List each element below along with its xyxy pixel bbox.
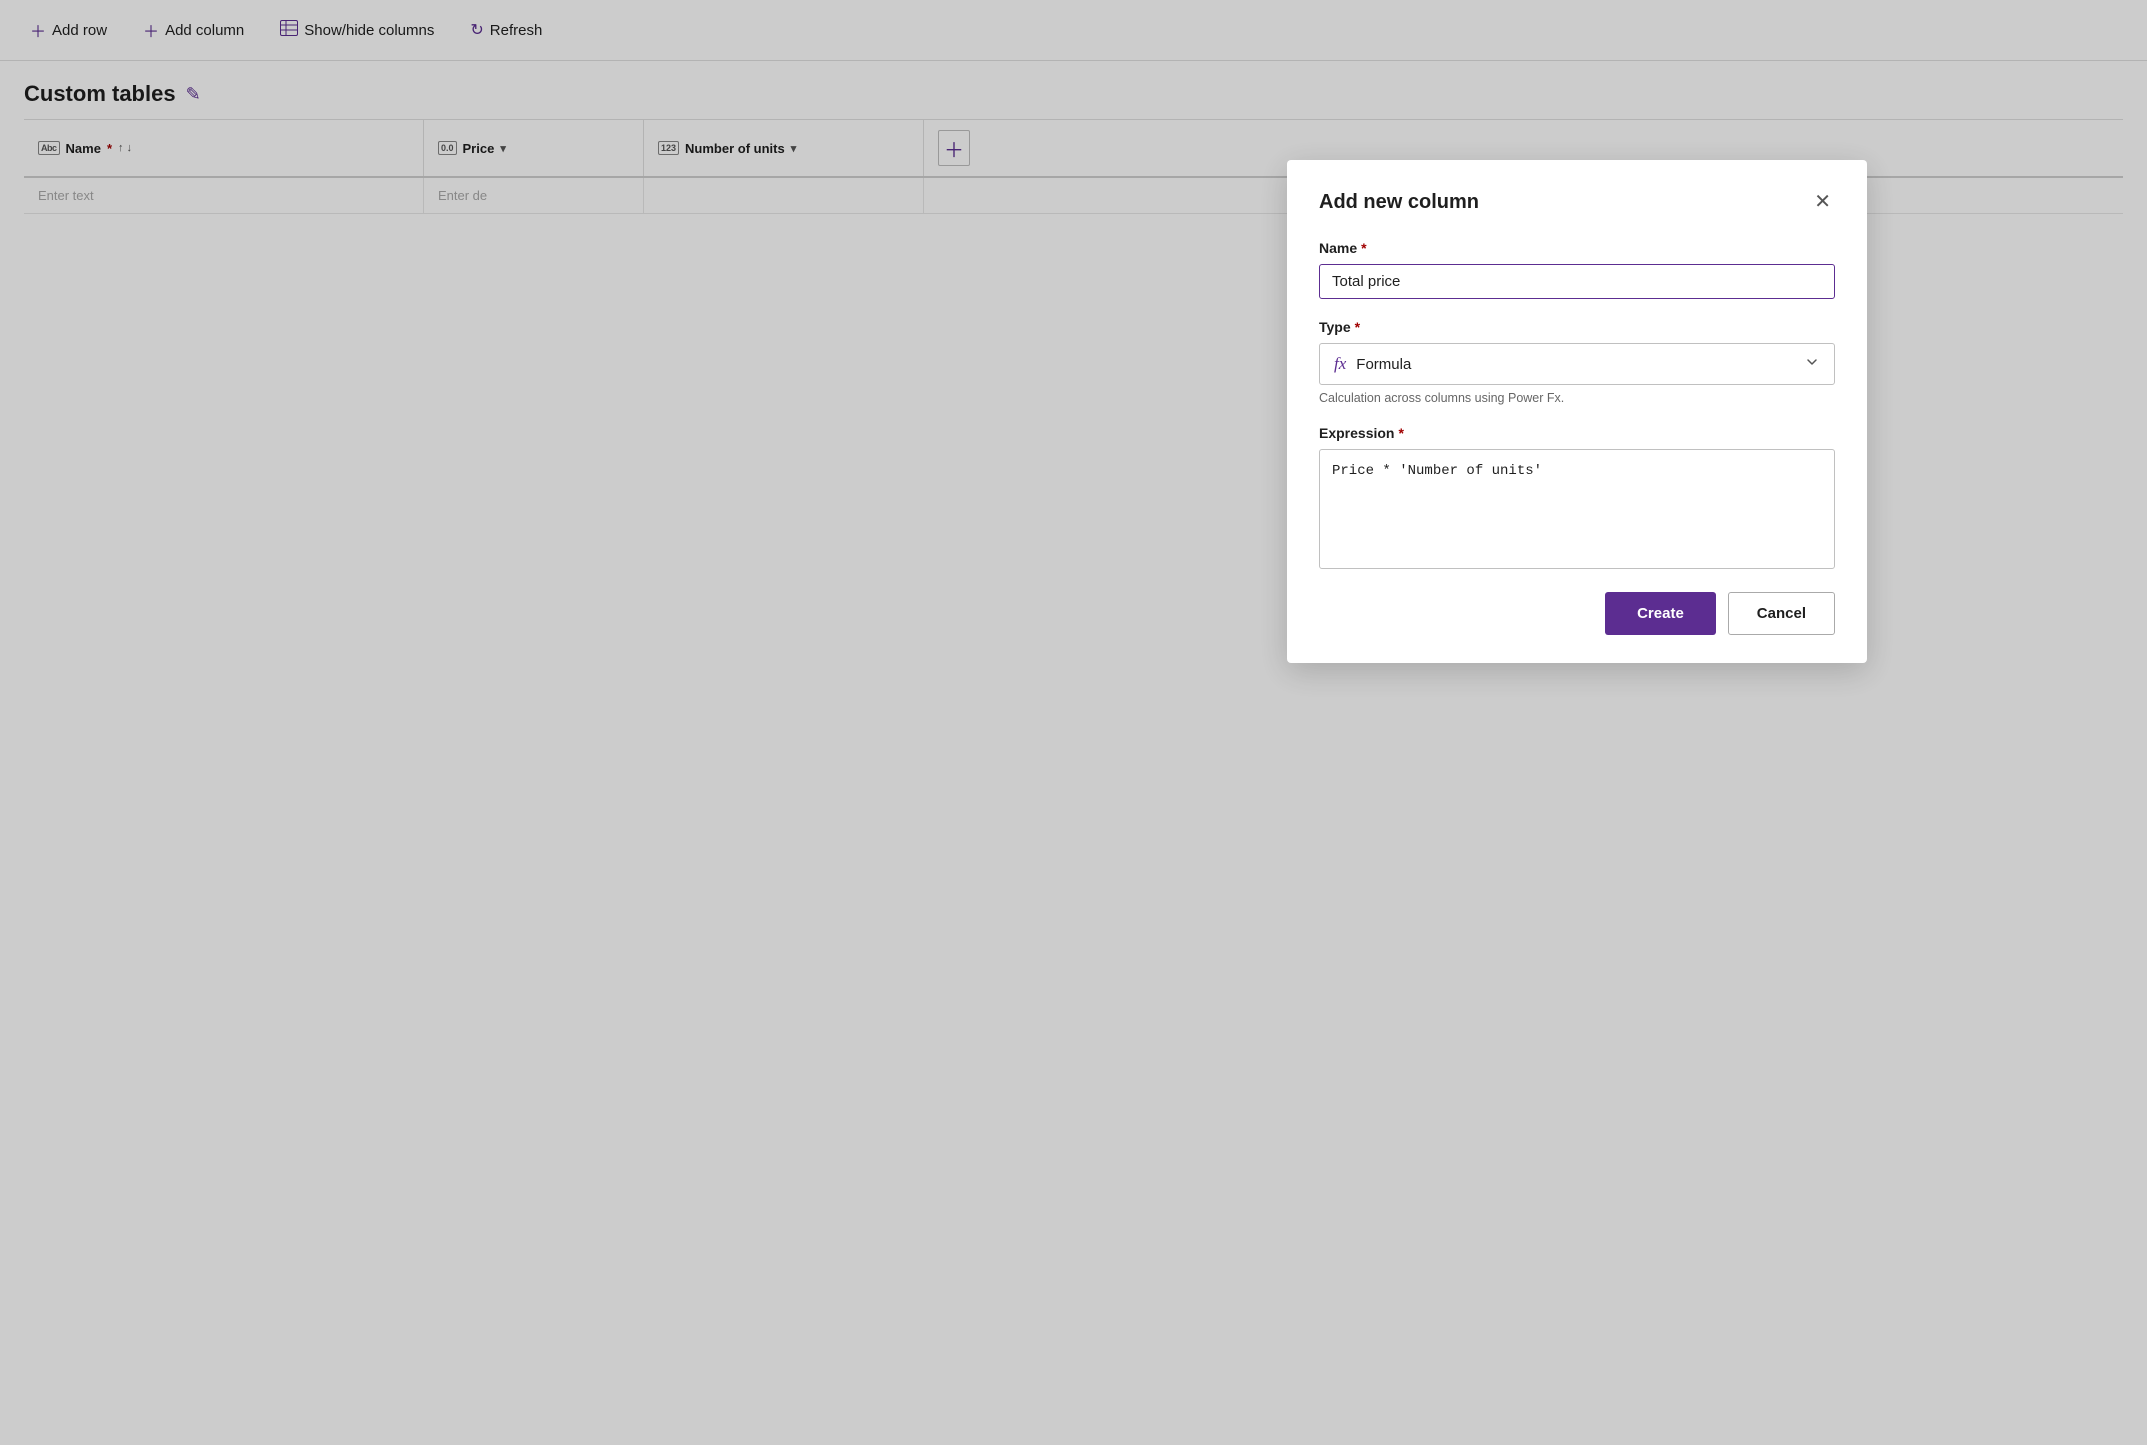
- panel-title: Add new column: [1319, 191, 1479, 214]
- type-select-value: Formula: [1356, 356, 1411, 373]
- expression-field-label: Expression *: [1319, 425, 1835, 441]
- type-select-chevron-icon: [1804, 354, 1820, 374]
- expression-label-text: Expression: [1319, 425, 1394, 441]
- name-label-text: Name: [1319, 240, 1357, 256]
- type-label-text: Type: [1319, 319, 1351, 335]
- name-field-group: Name *: [1319, 240, 1835, 299]
- close-icon: ✕: [1814, 191, 1831, 213]
- name-required-indicator: *: [1361, 240, 1366, 256]
- expression-field-group: Expression * Price * 'Number of units': [1319, 425, 1835, 572]
- type-select[interactable]: fx Formula: [1319, 343, 1835, 385]
- add-column-panel: Add new column ✕ Name * Type * fx Formul…: [1287, 160, 1867, 663]
- type-required-indicator: *: [1355, 319, 1360, 335]
- name-field-label: Name *: [1319, 240, 1835, 256]
- expression-input[interactable]: Price * 'Number of units': [1319, 449, 1835, 569]
- panel-header: Add new column ✕: [1319, 188, 1835, 216]
- column-name-input[interactable]: [1319, 264, 1835, 299]
- type-field-group: Type * fx Formula Calculation across col…: [1319, 319, 1835, 405]
- formula-helper-text: Calculation across columns using Power F…: [1319, 391, 1835, 405]
- close-panel-button[interactable]: ✕: [1810, 188, 1835, 216]
- create-button[interactable]: Create: [1605, 592, 1716, 635]
- panel-footer: Create Cancel: [1319, 592, 1835, 635]
- type-field-label: Type *: [1319, 319, 1835, 335]
- type-select-inner: fx Formula: [1334, 354, 1411, 374]
- formula-fx-icon: fx: [1334, 354, 1346, 374]
- expression-required-indicator: *: [1398, 425, 1403, 441]
- cancel-button[interactable]: Cancel: [1728, 592, 1835, 635]
